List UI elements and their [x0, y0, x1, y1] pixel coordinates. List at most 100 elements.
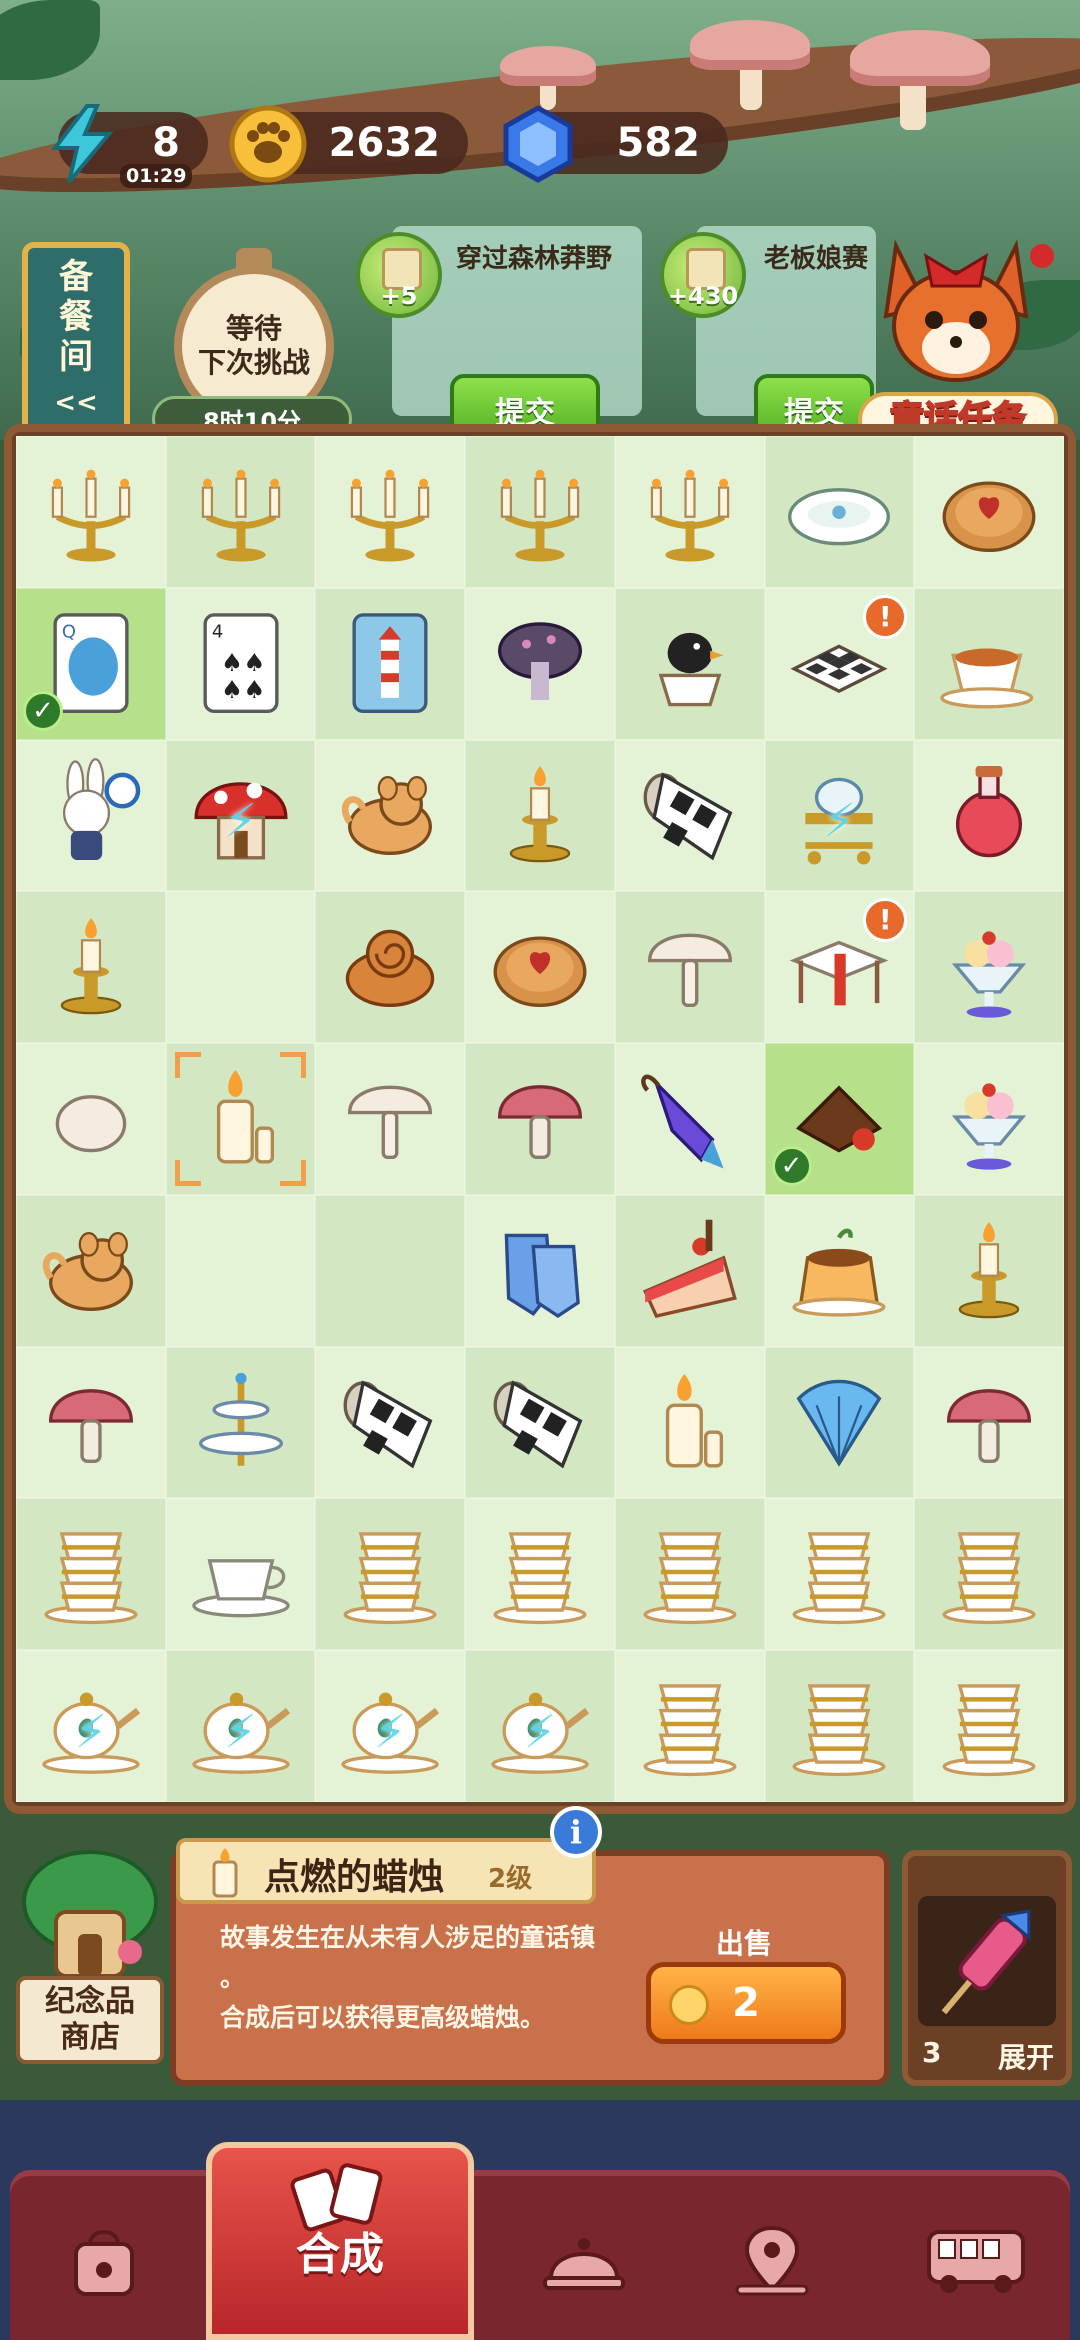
- pantry-button[interactable]: 备 餐 间 <<: [22, 242, 130, 438]
- board-cell[interactable]: [315, 739, 466, 892]
- souvenir-shop-button[interactable]: 纪念品 商店: [10, 1842, 170, 2072]
- board-cell[interactable]: [465, 891, 615, 1044]
- board-cell[interactable]: [764, 1498, 915, 1651]
- board-cell[interactable]: ⚡: [165, 1650, 316, 1802]
- board-cell[interactable]: [614, 436, 765, 588]
- candelabra-icon: [634, 454, 746, 570]
- board-cell[interactable]: [16, 1194, 166, 1347]
- board-cell[interactable]: [16, 739, 166, 892]
- potion-icon: [933, 757, 1045, 873]
- board-cell[interactable]: [614, 587, 765, 740]
- board-cell[interactable]: [315, 1498, 466, 1651]
- board-cell[interactable]: [16, 1043, 166, 1195]
- info-icon[interactable]: i: [550, 1806, 602, 1858]
- gold-counter[interactable]: 2632: [229, 105, 468, 183]
- board-cell[interactable]: [465, 1043, 615, 1195]
- board-cell[interactable]: [914, 1043, 1064, 1195]
- board-cell[interactable]: [614, 1194, 765, 1347]
- expand-button[interactable]: 展开: [998, 2036, 1054, 2076]
- board-cell[interactable]: [614, 891, 765, 1044]
- nav-bag[interactable]: [44, 2200, 164, 2320]
- energy-value: 8: [152, 120, 180, 166]
- board-cell[interactable]: [315, 436, 466, 588]
- red-mushroom-icon: [484, 1061, 596, 1177]
- nav-merge-tab[interactable]: 合成: [206, 2218, 474, 2282]
- board-cell[interactable]: [465, 739, 615, 892]
- board-cell[interactable]: ⚡: [465, 1650, 615, 1802]
- cup-stack-icon: [484, 1516, 596, 1632]
- board-cell[interactable]: [465, 1346, 615, 1499]
- cup-stack-icon: [783, 1516, 895, 1632]
- board-cell[interactable]: [165, 1043, 316, 1195]
- board-cell[interactable]: [614, 1346, 765, 1499]
- board-cell[interactable]: [614, 1043, 765, 1195]
- svg-text:♠: ♠: [220, 674, 242, 703]
- task-card-1[interactable]: +5 穿过森林莽野 提交: [356, 226, 656, 446]
- nav-bus[interactable]: [916, 2200, 1036, 2320]
- alert-icon: !: [863, 898, 908, 943]
- plate-icon: [783, 454, 895, 570]
- board-cell[interactable]: ⚡: [764, 739, 915, 892]
- board-cell[interactable]: [465, 1498, 615, 1651]
- checkmark-icon: ✓: [771, 1145, 812, 1186]
- board-cell[interactable]: [315, 891, 466, 1044]
- board-cell[interactable]: [165, 436, 316, 588]
- board-cell[interactable]: ✓: [764, 1043, 915, 1195]
- board-cell[interactable]: [315, 1346, 466, 1499]
- board-cell[interactable]: [914, 1346, 1064, 1499]
- energy-bolt-icon: ⚡: [523, 1704, 557, 1759]
- board-cell[interactable]: [16, 1346, 166, 1499]
- pantry-label-2: 餐: [59, 297, 93, 337]
- board-cell[interactable]: [165, 1194, 316, 1347]
- board-cell[interactable]: [614, 1498, 765, 1651]
- board-cell[interactable]: [315, 1194, 466, 1347]
- board-cell[interactable]: 4 ♠ ♠ ♠ ♠: [165, 587, 316, 740]
- board-cell[interactable]: [914, 1194, 1064, 1347]
- board-cell[interactable]: [16, 1498, 166, 1651]
- board-cell[interactable]: [614, 1650, 765, 1802]
- candelabra-icon: [484, 454, 596, 570]
- board-cell[interactable]: [16, 436, 166, 588]
- board-cell[interactable]: [315, 1043, 466, 1195]
- board-cell[interactable]: Q ✓: [16, 587, 166, 740]
- challenge-clock[interactable]: 等待 下次挑战 8时10分: [152, 248, 352, 448]
- board-cell[interactable]: ⚡: [315, 1650, 466, 1802]
- board-cell[interactable]: [614, 739, 765, 892]
- board-cell[interactable]: [914, 1498, 1064, 1651]
- board-cell[interactable]: [315, 587, 466, 740]
- board-cell[interactable]: [764, 1194, 915, 1347]
- board-cell[interactable]: !: [764, 587, 915, 740]
- board-cell[interactable]: !: [764, 891, 915, 1044]
- board-cell[interactable]: [16, 891, 166, 1044]
- board-cell[interactable]: [465, 587, 615, 740]
- board-cell[interactable]: ⚡: [165, 739, 316, 892]
- board-cell[interactable]: [914, 1650, 1064, 1802]
- item-description: 故事发生在从未有人涉足的童话镇 。 合成后可以获得更高级蜡烛。: [220, 1918, 660, 2038]
- candelabra-icon: [334, 454, 446, 570]
- board-cell[interactable]: [165, 1498, 316, 1651]
- nav-map[interactable]: [712, 2200, 832, 2320]
- board-cell[interactable]: [165, 891, 316, 1044]
- board-cell[interactable]: [914, 587, 1064, 740]
- nav-service[interactable]: [524, 2200, 644, 2320]
- lit-candle-icon: [185, 1061, 297, 1177]
- board-cell[interactable]: [914, 891, 1064, 1044]
- board-cell[interactable]: [764, 1346, 915, 1499]
- board-cell[interactable]: [914, 739, 1064, 892]
- board-cell[interactable]: [165, 1346, 316, 1499]
- board-cell[interactable]: ⚡: [16, 1650, 166, 1802]
- paw-coin-icon: [226, 102, 310, 186]
- board-cell[interactable]: [465, 1194, 615, 1347]
- task-card-2[interactable]: +430 老板娘赛 提交: [660, 226, 876, 446]
- sell-button[interactable]: 2: [646, 1962, 846, 2044]
- gem-counter[interactable]: 582: [503, 105, 728, 183]
- souvenir-label-2: 商店: [60, 2020, 120, 2055]
- reserve-slot[interactable]: 3 展开: [902, 1850, 1072, 2086]
- board-cell[interactable]: [764, 436, 915, 588]
- gem-value: 582: [616, 120, 701, 166]
- board-cell[interactable]: [465, 436, 615, 588]
- board-cell[interactable]: [914, 436, 1064, 588]
- candle-holder-icon: [35, 909, 147, 1025]
- item-desc-line1: 故事发生在从未有人涉足的童话镇: [220, 1923, 596, 1952]
- board-cell[interactable]: [764, 1650, 915, 1802]
